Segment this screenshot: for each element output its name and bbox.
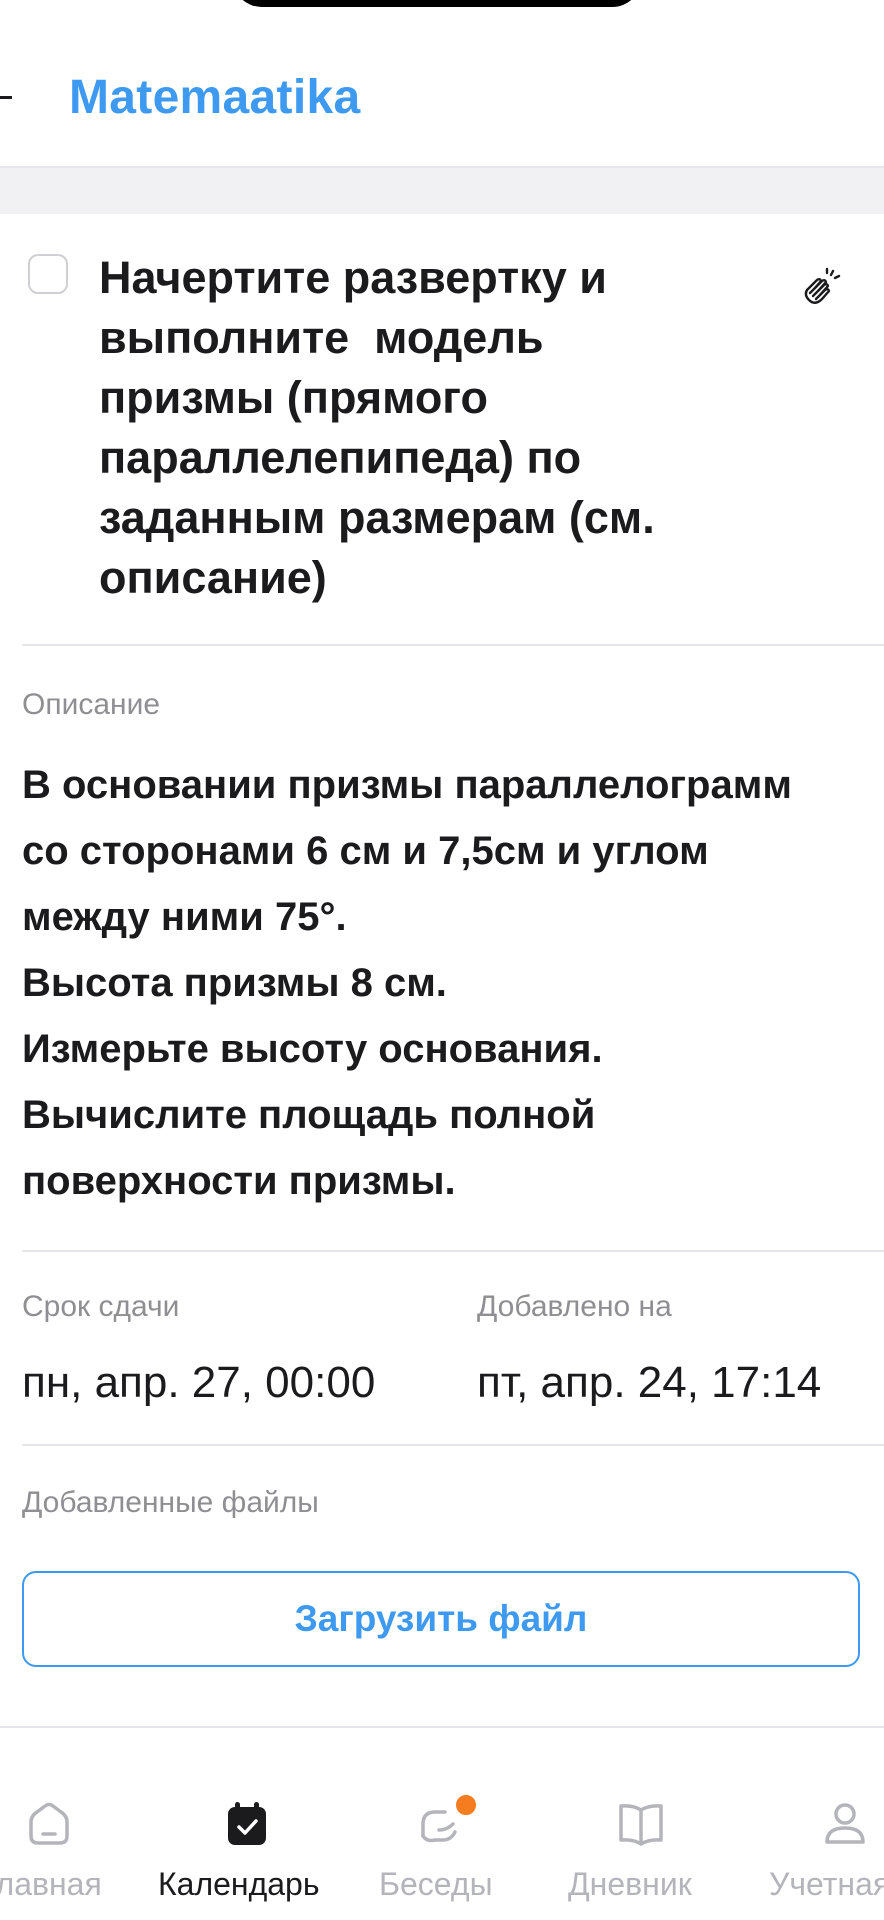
tab-calendar-label: Календарь [158,1866,320,1902]
calendar-icon [228,1802,266,1845]
task-checkbox[interactable] [28,254,68,294]
due-date-value: пн, апр. 27, 00:00 [22,1358,376,1407]
added-date-label: Добавлено на [477,1290,672,1323]
divider [22,644,884,646]
clap-icon[interactable] [798,266,844,312]
due-date-label: Срок сдачи [22,1290,180,1323]
tab-account-label: Учетная [769,1866,884,1902]
tab-home-label: Главная [0,1866,102,1902]
tab-chats-label: Беседы [379,1866,493,1902]
divider [22,1444,884,1446]
description-label: Описание [22,688,161,721]
tab-diary[interactable]: Дневник [565,1782,715,1920]
bottom-tab-bar: Главная Календарь Беседы Дневник У [0,1782,884,1920]
header: Matemaatika [0,0,884,168]
header-separator-band [0,168,884,214]
home-icon [29,1802,69,1845]
page-title: Matemaatika [69,71,361,124]
tab-diary-label: Дневник [568,1866,692,1902]
divider [22,1250,884,1252]
description-text: В основании призмы параллелограмм со сто… [22,763,792,1203]
tab-account[interactable]: Учетная [765,1782,884,1920]
upload-file-button[interactable]: Загрузить файл [22,1571,860,1667]
added-date-value: пт, апр. 24, 17:14 [477,1358,822,1407]
unread-badge [453,1792,479,1818]
tab-chats[interactable]: Беседы [378,1782,508,1920]
files-label: Добавленные файлы [22,1486,319,1519]
book-icon [619,1804,663,1846]
back-arrow-icon[interactable] [0,96,12,99]
tabbar-divider [0,1726,884,1728]
task-title: Начертите развертку и выполните модель п… [99,252,655,603]
tab-home[interactable]: Главная [0,1782,130,1920]
tab-calendar[interactable]: Календарь [155,1782,335,1920]
user-icon [825,1803,865,1844]
